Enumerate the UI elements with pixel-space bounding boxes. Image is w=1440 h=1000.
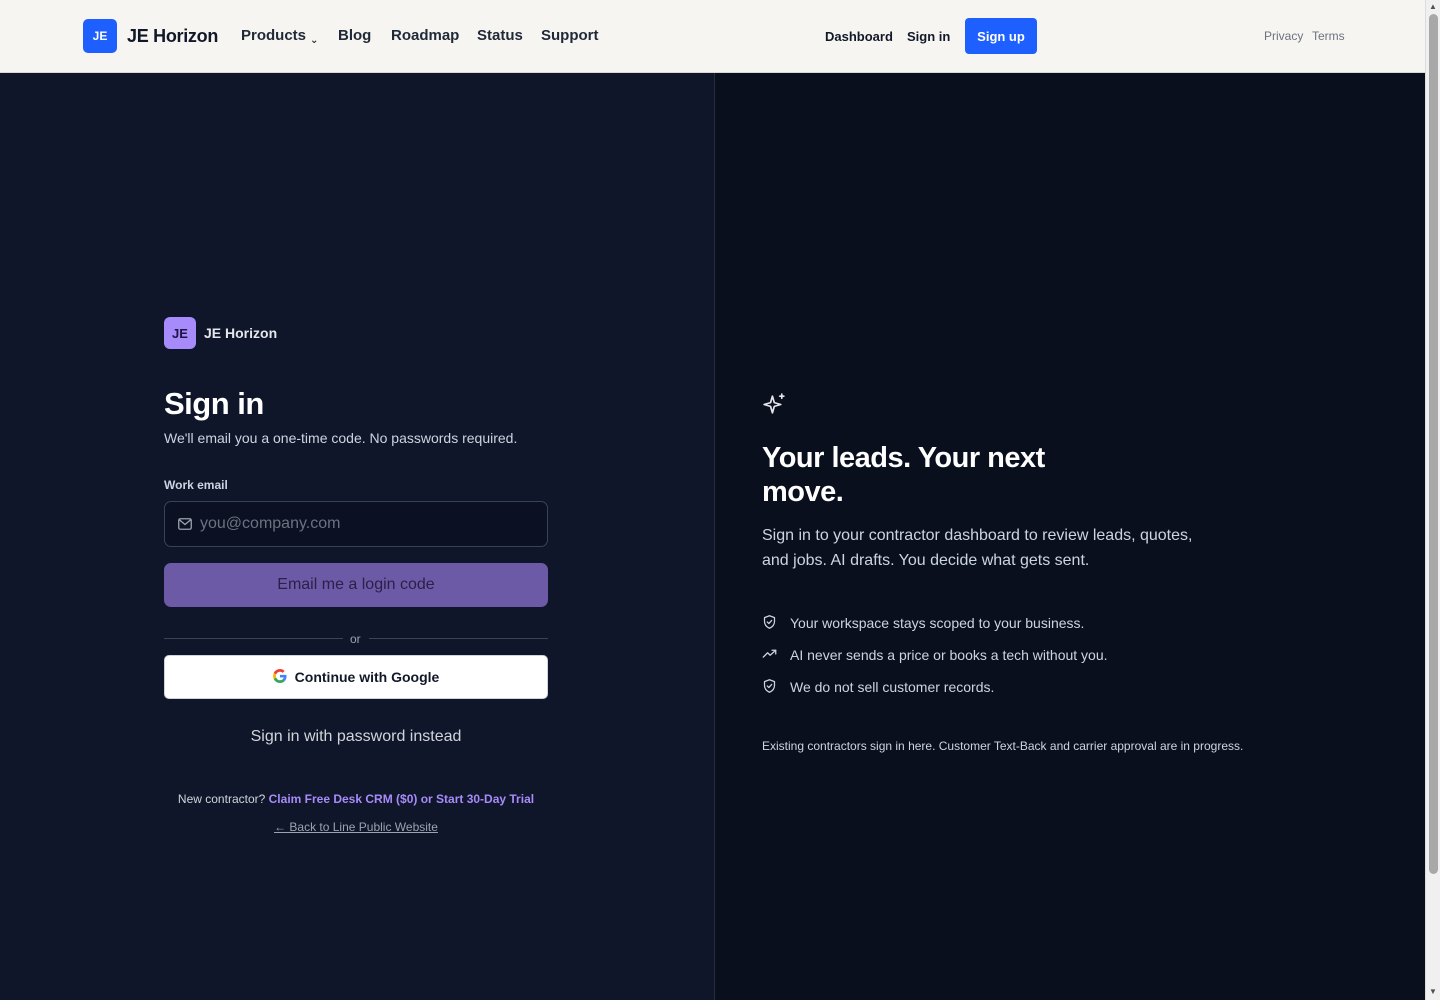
feature-text: AI never sends a price or books a tech w…	[790, 647, 1108, 663]
feature-text: Your workspace stays scoped to your busi…	[790, 615, 1085, 631]
terms-link[interactable]: Terms	[1312, 29, 1345, 43]
scroll-down-icon[interactable]: ▼	[1429, 988, 1437, 996]
divider-line-right	[369, 638, 548, 639]
page-scrollbar[interactable]: ▲ ▼	[1425, 0, 1440, 1000]
privacy-link[interactable]: Privacy	[1264, 29, 1303, 43]
hero-footnote: Existing contractors sign in here. Custo…	[762, 739, 1244, 753]
divider-or: or	[350, 632, 361, 646]
feature-item: Your workspace stays scoped to your busi…	[762, 614, 1084, 632]
email-field	[164, 501, 548, 547]
email-login-code-button[interactable]: Email me a login code	[164, 563, 548, 607]
new-contractor-text: New contractor? Claim Free Desk CRM ($0)…	[164, 792, 548, 806]
brand-name: JE Horizon	[204, 325, 278, 341]
shield-check-icon	[762, 614, 777, 633]
google-icon	[272, 668, 287, 686]
sparkles-icon	[762, 392, 787, 422]
back-to-public-site-link[interactable]: ← Back to Line Public Website	[164, 820, 548, 834]
sign-up-button[interactable]: Sign up	[965, 18, 1037, 54]
feature-item: We do not sell customer records.	[762, 678, 994, 696]
nav-status[interactable]: Status	[477, 27, 523, 44]
mail-icon	[178, 517, 192, 535]
password-sign-in-link[interactable]: Sign in with password instead	[164, 728, 548, 746]
email-label: Work email	[164, 478, 228, 492]
sign-in-subtitle: We'll email you a one-time code. No pass…	[164, 430, 518, 446]
nav-products-label: Products	[241, 27, 307, 44]
nav-blog[interactable]: Blog	[338, 27, 371, 44]
new-contractor-prefix: New contractor?	[177, 792, 266, 806]
page-title: Sign in	[164, 386, 264, 421]
email-input[interactable]	[200, 502, 540, 546]
scroll-up-icon[interactable]: ▲	[1429, 3, 1437, 11]
nav-roadmap[interactable]: Roadmap	[391, 27, 459, 44]
nav-products[interactable]: Products ⌄	[241, 27, 318, 46]
logo-text[interactable]: JE Horizon	[127, 26, 218, 47]
claim-free-desk-link[interactable]: Claim Free Desk CRM ($0) or Start 30-Day…	[269, 792, 534, 806]
nav-support[interactable]: Support	[541, 27, 599, 44]
continue-with-google-button[interactable]: Continue with Google	[164, 655, 548, 699]
top-nav: JE JE Horizon Products ⌄ Blog Roadmap Sta…	[0, 0, 1425, 73]
logo-badge[interactable]: JE	[83, 19, 117, 53]
nav-dashboard[interactable]: Dashboard	[825, 29, 893, 44]
google-button-label: Continue with Google	[294, 669, 440, 685]
shield-check-icon	[762, 678, 777, 697]
nav-sign-in[interactable]: Sign in	[907, 29, 950, 44]
trending-up-icon	[762, 646, 777, 665]
divider-line-left	[164, 638, 343, 639]
scrollbar-thumb[interactable]	[1429, 14, 1438, 874]
hero-title: Your leads. Your next move.	[762, 442, 1045, 508]
hero-subtitle: Sign in to your contractor dashboard to …	[762, 527, 1193, 569]
chevron-down-icon: ⌄	[310, 35, 319, 46]
brand-badge: JE	[164, 317, 196, 349]
feature-item: AI never sends a price or books a tech w…	[762, 646, 1108, 664]
feature-text: We do not sell customer records.	[790, 679, 995, 695]
